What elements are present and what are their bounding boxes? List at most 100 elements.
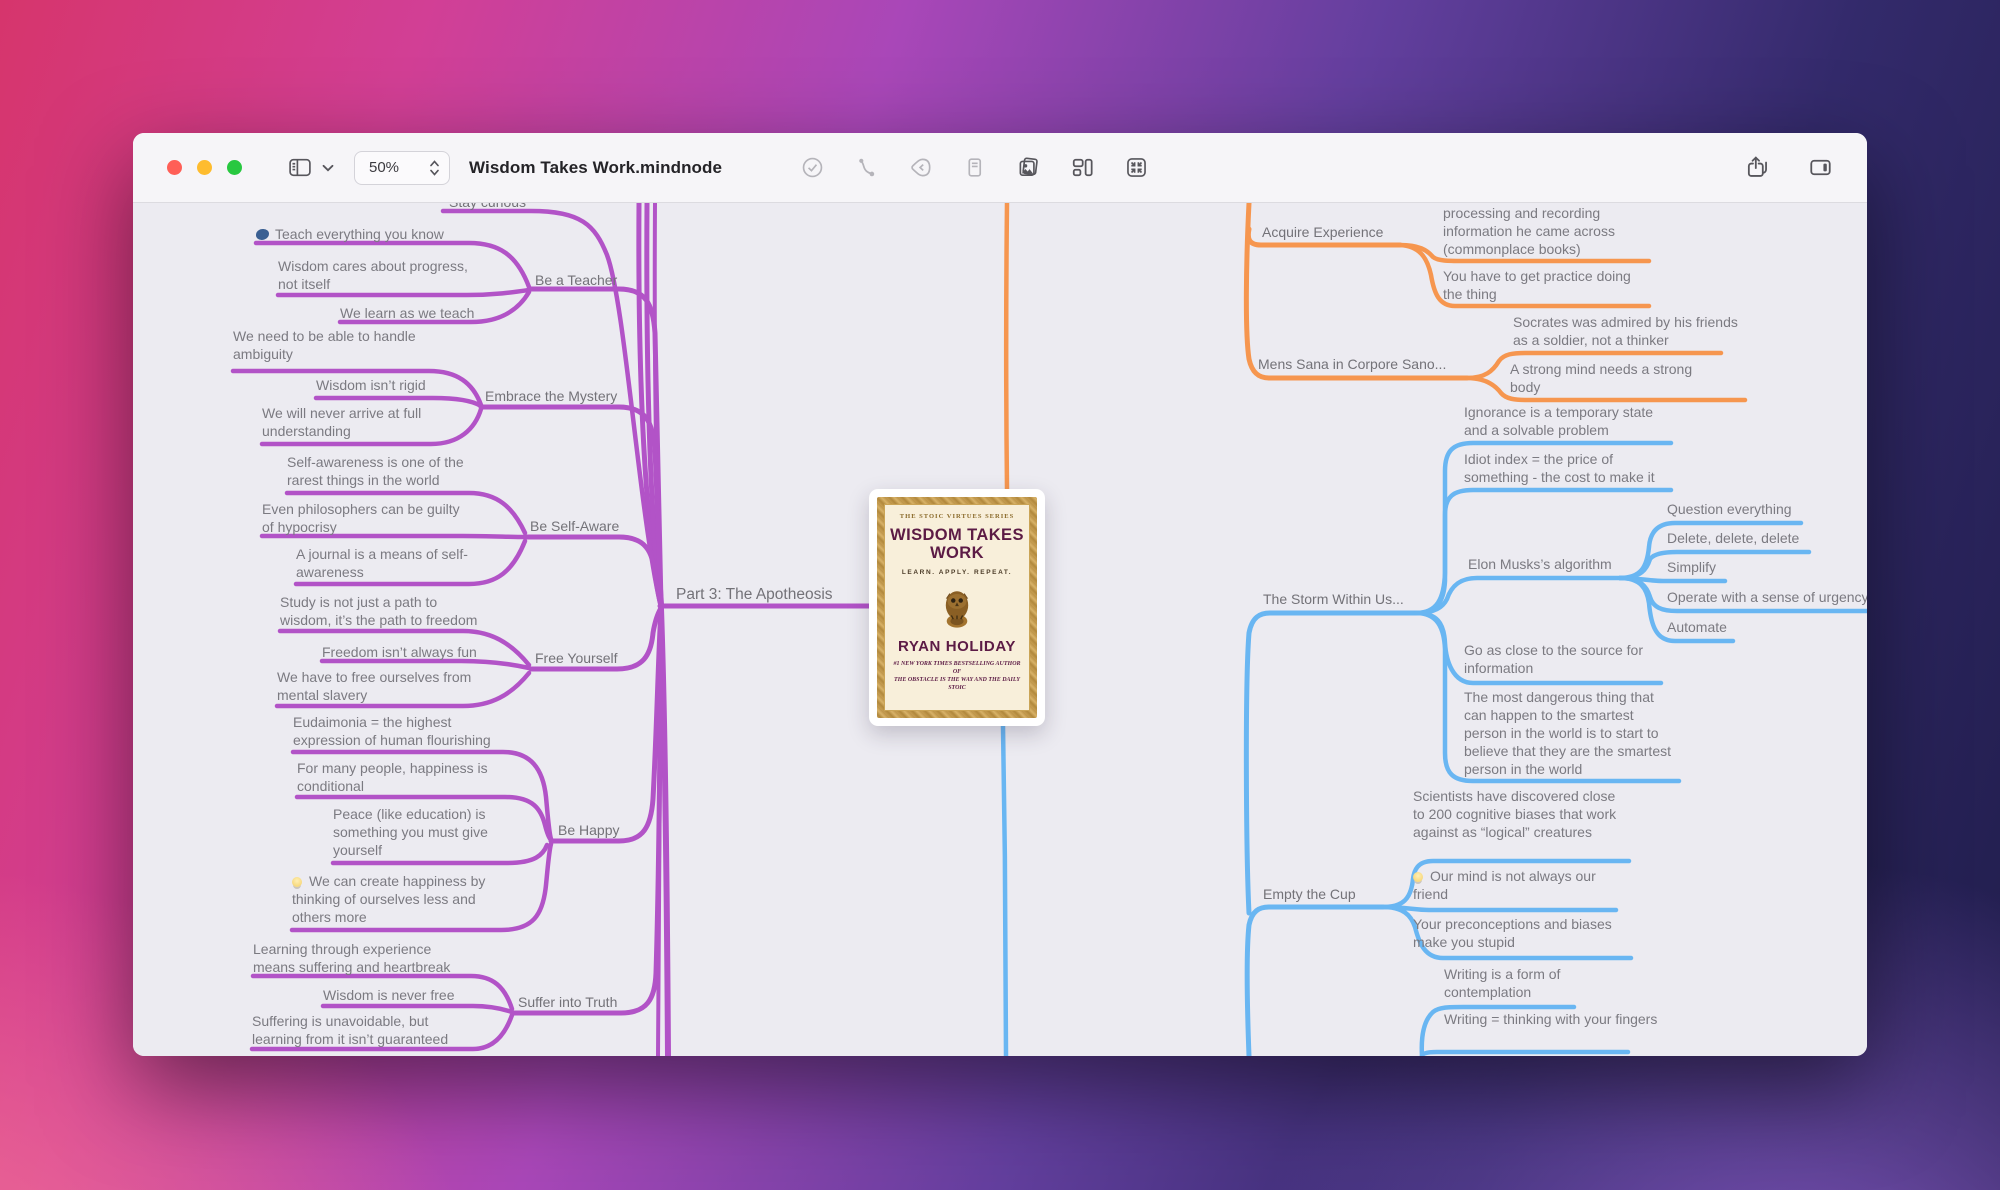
mindmap-node[interactable]: Eudaimonia = the highest expression of h… xyxy=(293,713,513,749)
mindmap-topic[interactable]: Embrace the Mystery xyxy=(485,387,617,405)
chevron-down-icon[interactable] xyxy=(322,164,334,172)
node-text: Self-awareness is one of the rarest thin… xyxy=(287,454,464,488)
stickers-icon[interactable] xyxy=(1016,155,1041,180)
mindmap-topic[interactable]: Be Happy xyxy=(558,821,619,839)
mindmap-node[interactable]: Idiot index = the price of something - t… xyxy=(1464,450,1674,486)
mindmap-node[interactable]: Wisdom cares about progress, not itself xyxy=(278,257,478,293)
mindmap-topic[interactable]: Mens Sana in Corpore Sano... xyxy=(1258,355,1446,373)
mindmap-node[interactable]: Teach everything you know xyxy=(256,225,444,243)
tag-icon[interactable] xyxy=(908,155,933,180)
node-text: Your preconceptions and biases make you … xyxy=(1413,916,1612,950)
mindmap-node[interactable]: The most dangerous thing that can happen… xyxy=(1464,688,1679,778)
focus-icon[interactable] xyxy=(1124,155,1149,180)
node-text: Simplify xyxy=(1667,559,1717,575)
mindmap-node[interactable]: Wisdom is never free xyxy=(323,986,454,1004)
connection-icon[interactable] xyxy=(854,155,879,180)
node-text: A strong mind needs a strong body xyxy=(1510,361,1693,395)
speaking-head-icon xyxy=(256,229,269,240)
mindmap-node[interactable]: We need to be able to handle ambiguity xyxy=(233,327,433,363)
lightbulb-icon xyxy=(1413,872,1423,882)
mindmap-topic[interactable]: Free Yourself xyxy=(535,649,618,667)
node-text: Socrates was admired by his friends as a… xyxy=(1513,314,1738,348)
node-text: Peace (like education) is something you … xyxy=(333,806,488,858)
mindmap-node[interactable]: We learn as we teach xyxy=(340,304,474,322)
mindmap-topic[interactable]: The Storm Within Us... xyxy=(1263,590,1404,608)
mindmap-node[interactable]: We will never arrive at full understandi… xyxy=(262,404,457,440)
mindmap-node[interactable]: Writing = thinking with your fingers xyxy=(1444,1010,1659,1028)
root-node-book-cover[interactable]: THE STOIC VIRTUES SERIES WISDOM TAKES WO… xyxy=(869,489,1045,726)
mindmap-node[interactable]: processing and recording information he … xyxy=(1443,204,1618,258)
mindmap-node[interactable]: Your preconceptions and biases make you … xyxy=(1413,915,1638,951)
mindmap-node[interactable]: Ignorance is a temporary state and a sol… xyxy=(1464,403,1669,439)
mindmap-topic[interactable]: Stay curious xyxy=(449,203,526,211)
mindmap-node[interactable]: Writing is a form of contemplation xyxy=(1444,965,1604,1001)
mindnode-window: 50% Wisdom Takes Work.mindnode Teach eve… xyxy=(133,133,1867,1056)
node-text: For many people, happiness is conditiona… xyxy=(297,760,488,794)
mindmap-node[interactable]: Scientists have discovered close to 200 … xyxy=(1413,787,1628,841)
node-text: Suffering is unavoidable, but learning f… xyxy=(252,1013,449,1047)
node-text: We will never arrive at full understandi… xyxy=(262,405,422,439)
mindmap-node[interactable]: Delete, delete, delete xyxy=(1667,529,1799,547)
mindmap-node[interactable]: We can create happiness by thinking of o… xyxy=(292,872,497,926)
mindmap-node[interactable]: Question everything xyxy=(1667,500,1792,518)
mindmap-topic[interactable]: Be a Teacher xyxy=(535,271,617,289)
mindmap-topic[interactable]: Suffer into Truth xyxy=(518,993,617,1011)
book-frame: THE STOIC VIRTUES SERIES WISDOM TAKES WO… xyxy=(877,497,1037,718)
mindmap-node[interactable]: Self-awareness is one of the rarest thin… xyxy=(287,453,482,489)
mindmap-node[interactable]: Socrates was admired by his friends as a… xyxy=(1513,313,1738,349)
mindmap-node[interactable]: We have to free ourselves from mental sl… xyxy=(277,668,482,704)
share-icon[interactable] xyxy=(1744,154,1771,181)
notes-icon[interactable] xyxy=(962,155,987,180)
window-title[interactable]: Wisdom Takes Work.mindnode xyxy=(469,158,722,178)
node-text: Ignorance is a temporary state and a sol… xyxy=(1464,404,1654,438)
mindmap-node[interactable]: Simplify xyxy=(1667,558,1716,576)
mindmap-node[interactable]: A strong mind needs a strong body xyxy=(1510,360,1710,396)
toolbar: 50% Wisdom Takes Work.mindnode xyxy=(133,133,1867,203)
node-text: Automate xyxy=(1667,619,1727,635)
minimize-button[interactable] xyxy=(197,160,212,175)
mindmap-node[interactable]: Automate xyxy=(1667,618,1727,636)
mindmap-node[interactable]: A journal is a means of self-awareness xyxy=(296,545,486,581)
zoom-window-button[interactable] xyxy=(227,160,242,175)
mindmap-node[interactable]: Peace (like education) is something you … xyxy=(333,805,503,859)
node-text: Our mind is not always our friend xyxy=(1413,868,1596,902)
mindmap-node[interactable]: For many people, happiness is conditiona… xyxy=(297,759,502,795)
book-author: RYAN HOLIDAY xyxy=(897,638,1017,655)
node-text: Writing is a form of contemplation xyxy=(1444,966,1561,1000)
mindmap-node[interactable]: Go as close to the source for informatio… xyxy=(1464,641,1669,677)
node-text: A journal is a means of self-awareness xyxy=(296,546,468,580)
mindmap-node[interactable]: Even philosophers can be guilty of hypoc… xyxy=(262,500,472,536)
node-text: Wisdom isn’t rigid xyxy=(316,377,426,393)
stepper-chevrons-icon xyxy=(430,159,439,176)
zoom-stepper[interactable]: 50% xyxy=(354,150,450,185)
node-text: Go as close to the source for informatio… xyxy=(1464,642,1643,676)
node-text: Study is not just a path to wisdom, it’s… xyxy=(280,594,478,628)
mindmap-node[interactable]: Operate with a sense of urgency xyxy=(1667,588,1867,606)
traffic-lights xyxy=(167,160,242,175)
mindmap-node[interactable]: Learning through experience means suffer… xyxy=(253,940,468,976)
node-text: processing and recording information he … xyxy=(1443,205,1615,257)
mindmap-node[interactable]: Study is not just a path to wisdom, it’s… xyxy=(280,593,488,629)
node-text: Wisdom is never free xyxy=(323,987,455,1003)
close-button[interactable] xyxy=(167,160,182,175)
book-title: WISDOM TAKES WORK xyxy=(890,526,1024,562)
mindmap-node[interactable]: Freedom isn’t always fun xyxy=(322,643,477,661)
mindmap-topic[interactable]: Empty the Cup xyxy=(1263,885,1356,903)
mindmap-node[interactable]: You have to get practice doing the thing xyxy=(1443,267,1643,303)
mindmap-node[interactable]: Suffering is unavoidable, but learning f… xyxy=(252,1012,467,1048)
mindmap-topic[interactable]: Part 3: The Apotheosis xyxy=(676,586,833,604)
mindmap-node[interactable]: Our mind is not always our friend xyxy=(1413,867,1618,903)
book-series: THE STOIC VIRTUES SERIES xyxy=(899,513,1015,520)
node-text: Scientists have discovered close to 200 … xyxy=(1413,788,1617,840)
mindmap-topic[interactable]: Be Self-Aware xyxy=(530,517,619,535)
task-checkmark-icon[interactable] xyxy=(800,155,825,180)
panel-toggle-icon[interactable] xyxy=(1807,154,1834,181)
layout-icon[interactable] xyxy=(1070,155,1095,180)
node-text: Elon Musks’s algorithm xyxy=(1468,556,1612,572)
sidebar-toggle-icon[interactable] xyxy=(286,155,314,180)
node-text: Freedom isn’t always fun xyxy=(322,644,477,660)
mindmap-node[interactable]: Elon Musks’s algorithm xyxy=(1468,555,1612,573)
mindmap-topic[interactable]: Acquire Experience xyxy=(1262,223,1383,241)
node-text: Delete, delete, delete xyxy=(1667,530,1800,546)
mindmap-node[interactable]: Wisdom isn’t rigid xyxy=(316,376,426,394)
